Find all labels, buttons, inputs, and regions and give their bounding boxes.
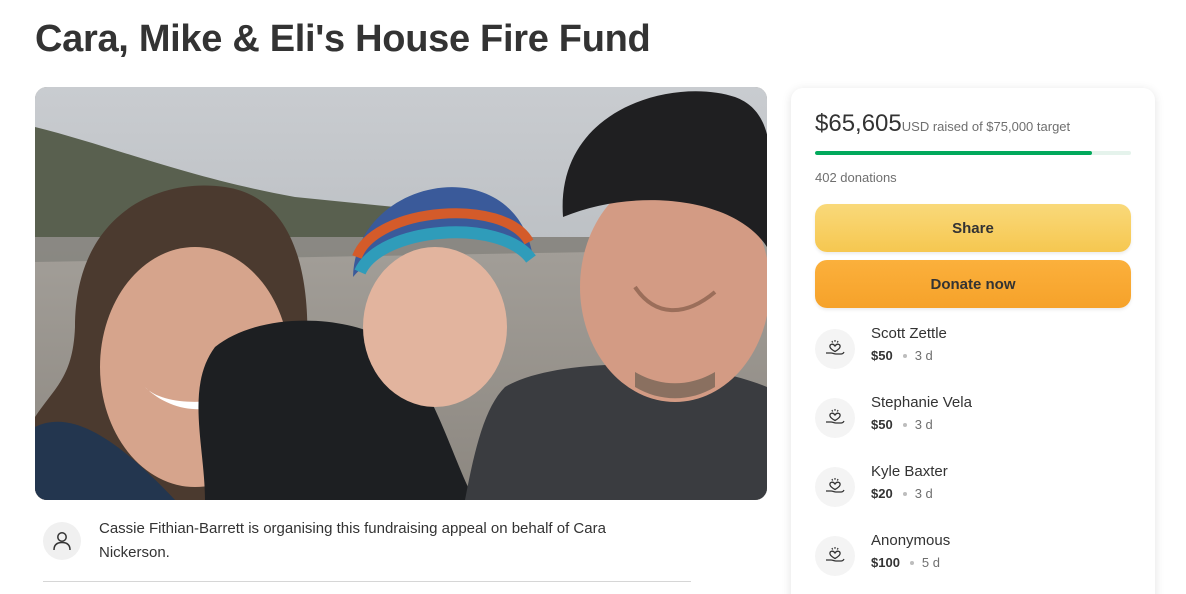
donation-time: 5 d	[921, 555, 940, 570]
heart-hand-icon	[815, 536, 855, 576]
donation-time: 3 d	[914, 486, 933, 501]
donor-name: Anonymous	[871, 532, 951, 549]
donor-name: Kyle Baxter	[871, 463, 948, 480]
donation-time: 3 d	[914, 417, 933, 432]
raised-amount: $65,605	[815, 110, 902, 137]
donation-item: Kyle Baxter $20 3 d	[815, 463, 1131, 515]
progress-fill	[815, 151, 1092, 155]
donation-meta: $50 3 d	[871, 348, 933, 363]
share-button[interactable]: Share	[815, 204, 1131, 252]
raised-target: USD raised of $75,000 target	[901, 119, 1071, 134]
donor-name: Scott Zettle	[871, 325, 947, 342]
donation-amount: $100	[871, 555, 900, 570]
donation-item: Anonymous $100 5 d	[815, 532, 1131, 584]
donation-amount: $50	[871, 417, 893, 432]
raised-summary: $65,605USD raised of $75,000 target	[815, 110, 1070, 138]
hero-image[interactable]	[35, 87, 767, 500]
donation-amount: $50	[871, 348, 893, 363]
donation-meta: $50 3 d	[871, 417, 933, 432]
donor-name: Stephanie Vela	[871, 394, 972, 411]
donation-card: $65,605USD raised of $75,000 target 402 …	[791, 88, 1155, 594]
page-title: Cara, Mike & Eli's House Fire Fund	[35, 18, 651, 60]
donation-meta: $20 3 d	[871, 486, 933, 501]
family-photo	[35, 87, 767, 500]
heart-hand-icon	[815, 398, 855, 438]
donation-item: Scott Zettle $50 3 d	[815, 325, 1131, 377]
heart-hand-icon	[815, 329, 855, 369]
organiser-text: Cassie Fithian-Barrett is organising thi…	[99, 520, 606, 561]
donation-time: 3 d	[914, 348, 933, 363]
donation-amount: $20	[871, 486, 893, 501]
person-icon	[43, 522, 81, 560]
progress-bar	[815, 151, 1131, 155]
heart-hand-icon	[815, 467, 855, 507]
donate-now-button[interactable]: Donate now	[815, 260, 1131, 308]
donations-count[interactable]: 402 donations	[815, 170, 897, 185]
donation-meta: $100 5 d	[871, 555, 940, 570]
organiser-info: Cassie Fithian-Barrett is organising thi…	[43, 516, 691, 582]
donation-item: Stephanie Vela $50 3 d	[815, 394, 1131, 446]
